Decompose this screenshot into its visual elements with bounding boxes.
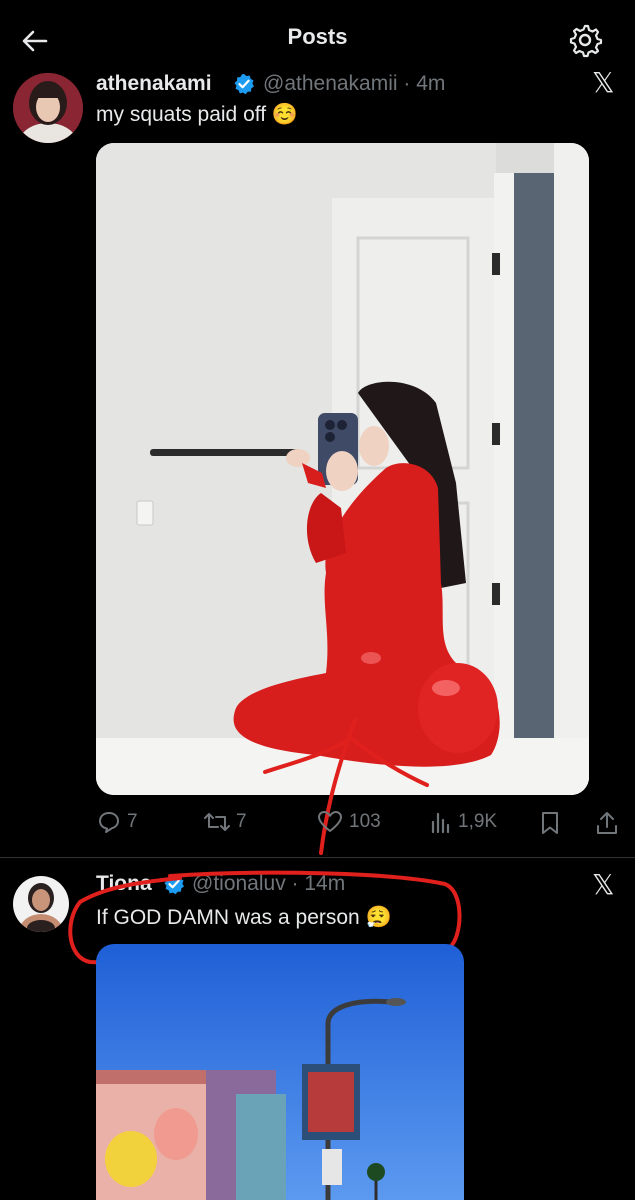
x-logo-icon: 𝕏 [592, 868, 615, 901]
share-button[interactable] [596, 810, 618, 841]
annotation-arrow [263, 718, 429, 855]
page-title: Posts [287, 24, 348, 49]
x-logo-icon: 𝕏 [592, 66, 615, 99]
verified-badge-icon [234, 74, 254, 95]
bookmark-button[interactable] [539, 811, 561, 840]
author-name[interactable]: athenakami [96, 72, 212, 96]
post-text: my squats paid off ☺️ [96, 103, 299, 126]
repost-icon [204, 813, 230, 831]
avatar[interactable] [13, 73, 83, 143]
relieved-emoji-icon: ☺️ [271, 103, 299, 126]
gear-icon [569, 24, 603, 58]
divider [0, 857, 635, 858]
author-handle[interactable]: @athenakamii · 4m [263, 72, 445, 96]
reply-button[interactable]: 7 [97, 810, 138, 834]
repost-button[interactable]: 7 [204, 810, 247, 834]
heart-icon [318, 811, 342, 832]
views-icon [431, 812, 450, 834]
views-count: 1,9K [458, 811, 498, 832]
settings-button[interactable] [567, 22, 603, 58]
reply-count: 7 [127, 811, 138, 832]
repost-count: 7 [236, 811, 247, 832]
bookmark-icon [542, 812, 558, 834]
share-icon [597, 812, 617, 834]
post-image[interactable] [96, 143, 589, 795]
like-count: 103 [349, 811, 381, 832]
reply-icon [99, 812, 119, 833]
post-image[interactable] [96, 944, 464, 1200]
views-button[interactable]: 1,9K [430, 810, 497, 834]
like-button[interactable]: 103 [317, 810, 381, 834]
